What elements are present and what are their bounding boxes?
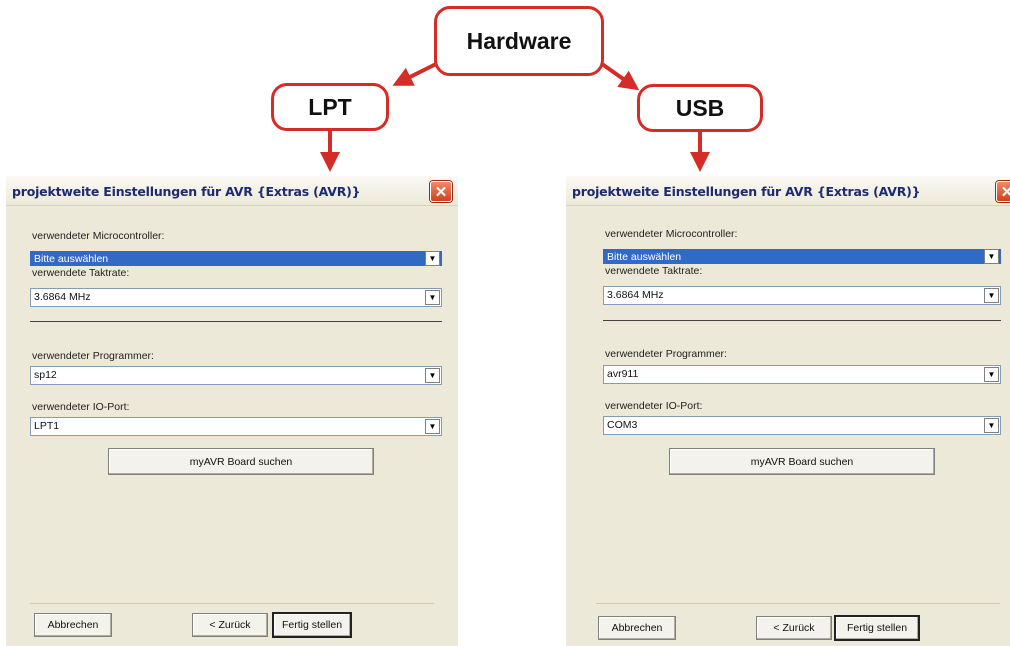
io-port-label: verwendeter IO-Port: — [32, 401, 130, 413]
chevron-down-icon[interactable]: ▼ — [984, 288, 999, 303]
footer-divider — [30, 603, 434, 604]
microcontroller-label: verwendeter Microcontroller: — [32, 230, 165, 242]
clock-rate-value: 3.6864 MHz — [607, 289, 664, 301]
dialog-title: projektweite Einstellungen für AVR {Extr… — [12, 184, 361, 199]
programmer-value: sp12 — [34, 369, 57, 381]
dialog-titlebar: projektweite Einstellungen für AVR {Extr… — [566, 176, 1010, 206]
finish-button[interactable]: Fertig stellen — [272, 612, 352, 638]
clock-rate-select[interactable]: 3.6864 MHz ▼ — [30, 288, 442, 307]
arrow-hardware-to-lpt — [392, 62, 437, 86]
io-port-select[interactable]: LPT1 ▼ — [30, 417, 442, 436]
programmer-label: verwendeter Programmer: — [605, 348, 727, 360]
search-board-button[interactable]: myAVR Board suchen — [669, 448, 935, 475]
divider — [603, 320, 1001, 321]
io-port-value: COM3 — [607, 419, 638, 431]
divider — [30, 321, 442, 322]
dialog-titlebar: projektweite Einstellungen für AVR {Extr… — [6, 176, 458, 206]
microcontroller-select[interactable]: Bitte auswählen ▼ — [30, 251, 442, 266]
programmer-value: avr911 — [607, 368, 639, 380]
microcontroller-label: verwendeter Microcontroller: — [605, 228, 738, 240]
microcontroller-value: Bitte auswählen — [34, 253, 109, 265]
hardware-node: Hardware — [434, 6, 604, 76]
dialog-title: projektweite Einstellungen für AVR {Extr… — [572, 184, 921, 199]
chevron-down-icon[interactable]: ▼ — [425, 419, 440, 434]
back-button[interactable]: < Zurück — [192, 613, 268, 637]
lpt-node: LPT — [271, 83, 389, 131]
microcontroller-value: Bitte auswählen — [607, 251, 682, 263]
close-icon[interactable]: ✕ — [996, 181, 1010, 202]
cancel-button[interactable]: Abbrechen — [34, 613, 112, 637]
back-button[interactable]: < Zurück — [756, 616, 832, 640]
usb-node: USB — [637, 84, 763, 132]
clock-rate-value: 3.6864 MHz — [34, 291, 91, 303]
usb-settings-dialog: projektweite Einstellungen für AVR {Extr… — [566, 176, 1010, 646]
chevron-down-icon[interactable]: ▼ — [984, 418, 999, 433]
clock-rate-select[interactable]: 3.6864 MHz ▼ — [603, 286, 1001, 305]
io-port-select[interactable]: COM3 ▼ — [603, 416, 1001, 435]
footer-divider — [596, 603, 1000, 604]
search-board-button[interactable]: myAVR Board suchen — [108, 448, 374, 475]
microcontroller-select[interactable]: Bitte auswählen ▼ — [603, 249, 1001, 264]
chevron-down-icon[interactable]: ▼ — [425, 368, 440, 383]
programmer-label: verwendeter Programmer: — [32, 350, 154, 362]
close-icon[interactable]: ✕ — [430, 181, 452, 202]
clock-rate-label: verwendete Taktrate: — [605, 265, 703, 277]
chevron-down-icon[interactable]: ▼ — [984, 367, 999, 382]
finish-button[interactable]: Fertig stellen — [834, 615, 920, 641]
clock-rate-label: verwendete Taktrate: — [32, 267, 130, 279]
cancel-button[interactable]: Abbrechen — [598, 616, 676, 640]
programmer-select[interactable]: sp12 ▼ — [30, 366, 442, 385]
io-port-label: verwendeter IO-Port: — [605, 400, 703, 412]
chevron-down-icon[interactable]: ▼ — [984, 249, 999, 264]
programmer-select[interactable]: avr911 ▼ — [603, 365, 1001, 384]
chevron-down-icon[interactable]: ▼ — [425, 251, 440, 266]
io-port-value: LPT1 — [34, 420, 60, 432]
lpt-settings-dialog: projektweite Einstellungen für AVR {Extr… — [6, 176, 458, 646]
arrow-hardware-to-usb — [600, 62, 640, 91]
chevron-down-icon[interactable]: ▼ — [425, 290, 440, 305]
